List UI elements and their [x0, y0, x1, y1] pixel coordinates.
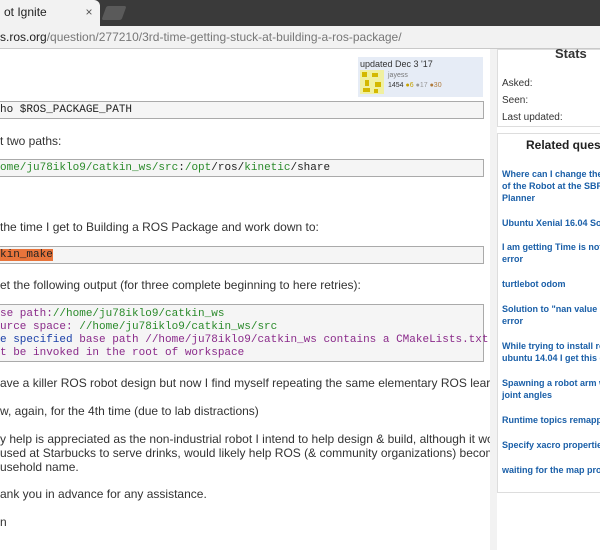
code-token: /share: [290, 162, 331, 174]
code-token: e specified: [0, 334, 80, 346]
scrollbar[interactable]: [490, 49, 497, 550]
code-token: //home/ju78iklo9/catkin_ws: [52, 308, 225, 320]
page-content: updated Dec 3 '17 jayess 1454 ●6 ●17 ●30…: [0, 49, 600, 550]
catkin-make-highlight: kin_make: [0, 249, 53, 261]
code-block-catkin: kin_make: [0, 246, 484, 264]
code-token: /ros/: [211, 162, 245, 174]
paragraph: ank you in advance for any assistance.: [0, 487, 207, 501]
code-line: kin_make: [0, 249, 53, 261]
stat-last-updated: Last updated:: [502, 112, 563, 123]
related-title: Related questio: [526, 138, 600, 152]
stat-seen: Seen:: [502, 95, 529, 106]
stats-box: Stats Asked: Seen: Last updated:: [497, 49, 600, 127]
paragraph: ave a killer ROS robot design but now I …: [0, 376, 549, 390]
paragraph: usehold name.: [0, 460, 79, 474]
paragraph: y help is appreciated as the non-industr…: [0, 432, 560, 446]
browser-tab-bar: ot Ignite ×: [0, 0, 600, 26]
code-block-output: se path://home/ju78iklo9/catkin_ws urce …: [0, 304, 600, 362]
paragraph: n: [0, 515, 7, 529]
code-token: //home/ju78iklo9/catkin_ws/src: [79, 321, 278, 333]
code-line: se path://home/ju78iklo9/catkin_ws: [0, 308, 224, 320]
browser-tab[interactable]: ot Ignite ×: [0, 0, 100, 26]
user-karma: 1454 ●6 ●17 ●30: [388, 82, 442, 89]
related-question-link[interactable]: While trying to install ros iubuntu 14.0…: [502, 340, 600, 364]
code-token: kinetic: [244, 162, 291, 174]
related-questions: Related questio Where can I change the s…: [497, 133, 600, 493]
code-line: ome/ju78iklo9/catkin_ws/src:/opt/ros/kin…: [0, 162, 330, 174]
related-question-link[interactable]: turtlebot odom: [502, 278, 566, 290]
updated-label: updated Dec 3 '17: [360, 59, 433, 69]
related-question-link[interactable]: Where can I change the sizof the Robot a…: [502, 168, 600, 204]
code-token: /opt: [184, 162, 212, 174]
paragraph: t two paths:: [0, 134, 62, 148]
karma-score: 1454: [388, 82, 404, 89]
related-question-link[interactable]: waiting for the map proble: [502, 464, 600, 476]
paragraph: the time I get to Building a ROS Package…: [0, 220, 319, 234]
code-token: urce space:: [0, 321, 80, 333]
code-line: urce space: //home/ju78iklo9/catkin_ws/s…: [0, 321, 277, 333]
url-text[interactable]: s.ros.org/question/277210/3rd-time-getti…: [0, 30, 402, 44]
bronze-badges: ●30: [429, 82, 442, 89]
related-question-link[interactable]: Specify xacro properties in: [502, 439, 600, 451]
new-tab-button[interactable]: [101, 6, 127, 20]
silver-badges: ●17: [415, 82, 428, 89]
user-card: updated Dec 3 '17 jayess 1454 ●6 ●17 ●30: [358, 57, 483, 97]
related-question-link[interactable]: Spawning a robot arm withjoint angles: [502, 377, 600, 401]
url-path: /question/277210/3rd-time-getting-stuck-…: [46, 30, 402, 44]
code-block-path: ome/ju78iklo9/catkin_ws/src:/opt/ros/kin…: [0, 159, 484, 177]
code-block-echo: ho $ROS_PACKAGE_PATH: [0, 101, 484, 119]
stats-title: Stats: [555, 49, 587, 61]
related-question-link[interactable]: Solution to "nan value in terror: [502, 303, 600, 327]
tab-title: ot Ignite: [4, 5, 47, 19]
url-domain: s.ros.org: [0, 30, 47, 44]
paragraph: used at Starbucks to serve drinks, would…: [0, 446, 513, 460]
gold-badges: ●6: [405, 82, 414, 89]
stat-asked: Asked:: [502, 78, 533, 89]
code-token: ome/ju78iklo9/catkin_ws/src: [0, 162, 179, 174]
user-avatar[interactable]: [360, 70, 384, 94]
code-line: ho $ROS_PACKAGE_PATH: [0, 104, 133, 116]
close-tab-icon[interactable]: ×: [82, 5, 96, 19]
paragraph: w, again, for the 4th time (due to lab d…: [0, 404, 259, 418]
related-question-link[interactable]: Ubuntu Xenial 16.04 Source: [502, 217, 600, 229]
code-token: :: [178, 162, 185, 174]
paragraph: et the following output (for three compl…: [0, 278, 361, 292]
code-token: se path:: [0, 308, 53, 320]
related-question-link[interactable]: Runtime topics remapping: [502, 414, 600, 426]
code-line: t be invoked in the root of workspace: [0, 347, 245, 359]
question-body: updated Dec 3 '17 jayess 1454 ●6 ●17 ●30…: [0, 49, 600, 550]
username-link[interactable]: jayess: [388, 72, 408, 79]
sidebar: Stats Asked: Seen: Last updated: Related…: [497, 49, 600, 550]
related-question-link[interactable]: I am getting Time is not inerror: [502, 241, 600, 265]
address-bar[interactable]: s.ros.org/question/277210/3rd-time-getti…: [0, 26, 600, 49]
